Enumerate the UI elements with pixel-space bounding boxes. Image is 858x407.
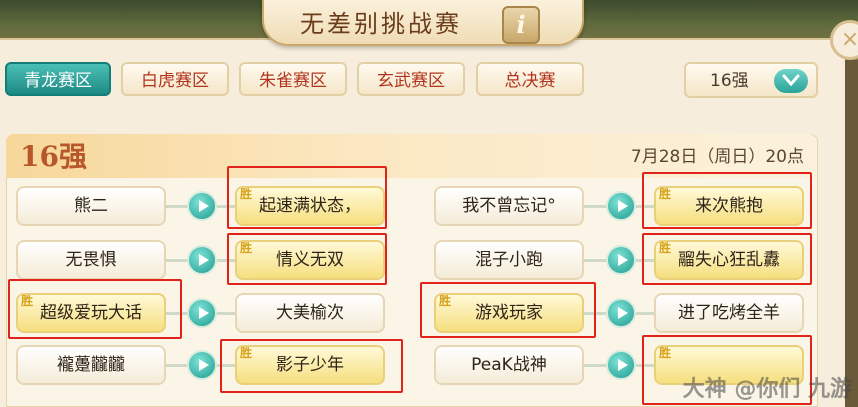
- page-title: 无差别挑战赛: [300, 10, 462, 38]
- play-icon[interactable]: [187, 350, 217, 380]
- tab-finals[interactable]: 总决赛: [476, 62, 584, 96]
- player-slot[interactable]: 襱躉龖龖: [16, 345, 166, 385]
- round-dropdown[interactable]: 16强: [684, 62, 818, 98]
- play-icon[interactable]: [187, 298, 217, 328]
- highlight-box: [642, 233, 812, 285]
- player-slot[interactable]: 大美榆次: [235, 293, 385, 333]
- highlight-box: [642, 172, 812, 229]
- highlight-box: [420, 282, 596, 338]
- highlight-box: [227, 166, 387, 229]
- round-label: 16强: [20, 140, 87, 173]
- match-schedule: 7月28日（周日）20点: [630, 147, 804, 167]
- tab-qinglong[interactable]: 青龙赛区: [5, 62, 111, 96]
- player-slot[interactable]: 我不曾忘记°: [434, 186, 584, 226]
- round-dropdown-value: 16强: [710, 71, 749, 91]
- tab-zhuque[interactable]: 朱雀赛区: [239, 62, 347, 96]
- info-button[interactable]: i: [502, 6, 540, 44]
- tab-xuanwu[interactable]: 玄武赛区: [357, 62, 465, 96]
- play-icon[interactable]: [606, 350, 636, 380]
- play-icon[interactable]: [606, 191, 636, 221]
- play-icon[interactable]: [606, 298, 636, 328]
- site-watermark: 大神 @你们 九游: [682, 377, 852, 402]
- play-icon[interactable]: [187, 191, 217, 221]
- highlight-box: [227, 233, 387, 285]
- highlight-box: [220, 339, 403, 393]
- highlight-box: [8, 279, 182, 339]
- player-slot[interactable]: 熊二: [16, 186, 166, 226]
- tab-baihu[interactable]: 白虎赛区: [121, 62, 229, 96]
- player-slot[interactable]: PeaK战神: [434, 345, 584, 385]
- player-slot[interactable]: 无畏惧: [16, 240, 166, 280]
- play-icon[interactable]: [606, 245, 636, 275]
- player-slot[interactable]: 混子小跑: [434, 240, 584, 280]
- chevron-down-icon[interactable]: [774, 69, 808, 93]
- play-icon[interactable]: [187, 245, 217, 275]
- player-slot[interactable]: 进了吃烤全羊: [654, 293, 804, 333]
